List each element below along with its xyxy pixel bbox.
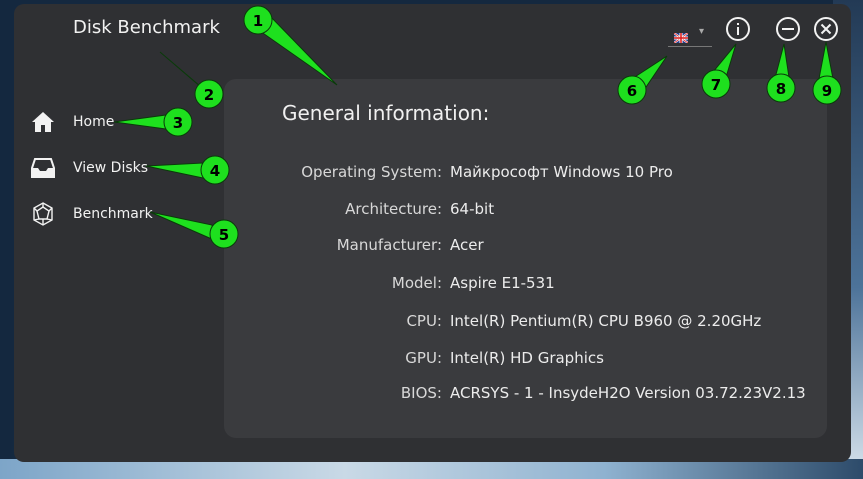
- info-row-cpu: CPU: Intel(R) Pentium(R) CPU B960 @ 2.20…: [224, 312, 827, 336]
- info-row-bios: BIOS: ACRSYS - 1 - InsydeH2O Version 03.…: [224, 384, 827, 408]
- info-label: Operating System:: [301, 163, 442, 181]
- info-row-architecture: Architecture: 64-bit: [224, 200, 827, 224]
- sidebar-item-view-disks[interactable]: View Disks: [30, 154, 210, 182]
- close-button[interactable]: [813, 16, 839, 42]
- app-window: Disk Benchmark Home View Disks Benchmark…: [14, 4, 851, 462]
- chevron-down-icon: ▾: [699, 26, 705, 37]
- info-label: BIOS:: [400, 384, 442, 402]
- sidebar-item-home[interactable]: Home: [30, 108, 210, 136]
- info-label: Model:: [391, 274, 442, 292]
- info-value: Aspire E1-531: [450, 274, 555, 292]
- info-row-model: Model: Aspire E1-531: [224, 274, 827, 298]
- sidebar-item-label: Benchmark: [73, 206, 153, 222]
- info-button[interactable]: [725, 16, 751, 42]
- close-icon: [814, 17, 838, 41]
- info-value: Acer: [450, 236, 484, 254]
- info-label: Manufacturer:: [336, 236, 442, 254]
- desktop-background-bottom: [0, 459, 863, 479]
- minimize-icon: [776, 17, 800, 41]
- sidebar-item-label: Home: [73, 114, 115, 130]
- general-info-panel: General information: Operating System: М…: [224, 79, 827, 438]
- info-value: Майкрософт Windows 10 Pro: [450, 163, 673, 181]
- language-selector[interactable]: ▾: [668, 24, 712, 47]
- info-value: ACRSYS - 1 - InsydeH2O Version 03.72.23V…: [450, 384, 806, 402]
- uk-flag-icon: [673, 28, 689, 44]
- sidebar-item-label: View Disks: [73, 160, 149, 176]
- info-value: Intel(R) Pentium(R) CPU B960 @ 2.20GHz: [450, 312, 762, 330]
- info-value: Intel(R) HD Graphics: [450, 349, 604, 367]
- sidebar-item-benchmark[interactable]: Benchmark: [30, 200, 210, 228]
- panel-title: General information:: [282, 101, 490, 125]
- info-label: CPU:: [406, 312, 442, 330]
- geodesic-sphere-icon: [30, 201, 56, 227]
- info-row-os: Operating System: Майкрософт Windows 10 …: [224, 163, 827, 187]
- app-title: Disk Benchmark: [73, 17, 220, 38]
- info-icon: [726, 17, 750, 41]
- info-label: Architecture:: [345, 200, 442, 218]
- info-row-manufacturer: Manufacturer: Acer: [224, 236, 827, 260]
- info-row-gpu: GPU: Intel(R) HD Graphics: [224, 349, 827, 373]
- info-label: GPU:: [405, 349, 442, 367]
- home-icon: [30, 109, 56, 135]
- minimize-button[interactable]: [775, 16, 801, 42]
- inbox-tray-icon: [30, 155, 56, 181]
- info-value: 64-bit: [450, 200, 495, 218]
